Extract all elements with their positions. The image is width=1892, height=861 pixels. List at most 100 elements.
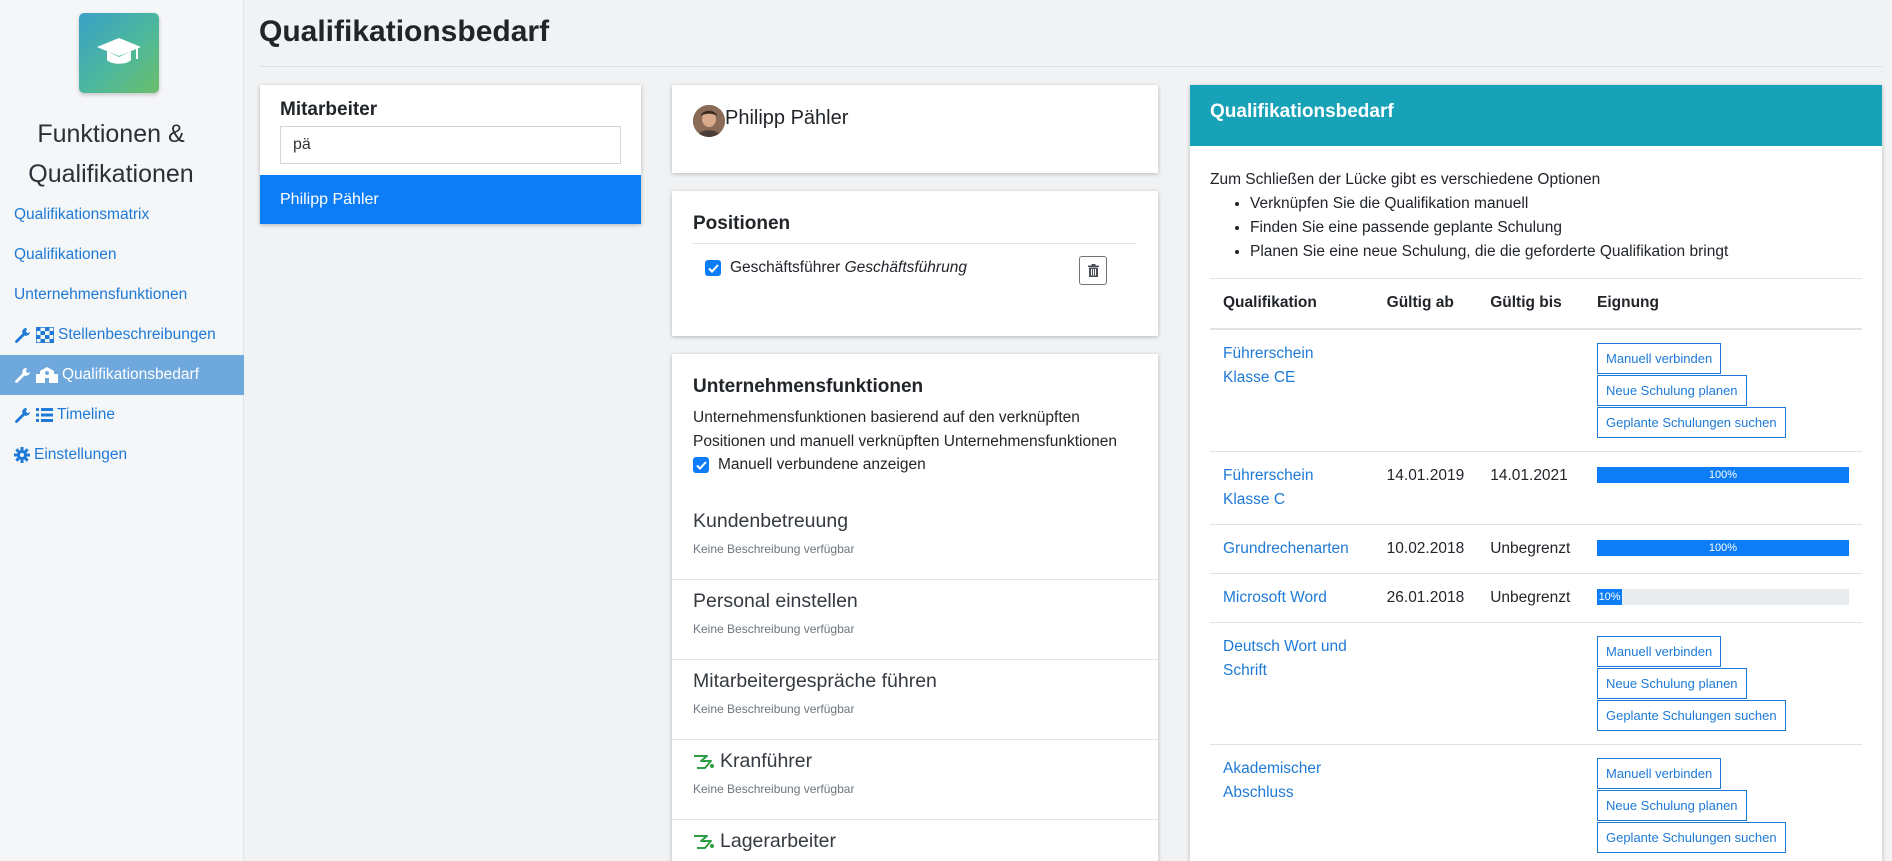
positionen-card: Positionen Geschäftsführer Geschäftsführ…: [672, 191, 1158, 336]
function-description: Keine Beschreibung verfügbar: [693, 782, 855, 796]
trash-icon: [1087, 264, 1099, 277]
valid-from: 14.01.2019: [1373, 450, 1478, 524]
avatar: [693, 105, 725, 137]
sidebar-item-qualifikationsmatrix[interactable]: Qualifikationsmatrix: [0, 195, 244, 235]
option-item: Planen Sie eine neue Schulung, die die g…: [1250, 240, 1728, 264]
valid-to: Unbegrenzt: [1477, 523, 1584, 573]
unternehmensfunktionen-heading: Unternehmensfunktionen: [693, 376, 924, 397]
search-trainings-button[interactable]: Geplante Schulungen suchen: [1596, 821, 1786, 853]
show-manual-toggle[interactable]: Manuell verbundene anzeigen: [693, 456, 926, 474]
wrench-icon: [14, 367, 32, 383]
valid-to: 14.01.2021: [1477, 450, 1584, 524]
employee-search-input[interactable]: [280, 126, 621, 164]
sidebar-item-unternehmensfunktionen[interactable]: Unternehmensfunktionen: [0, 275, 244, 315]
qualification-link[interactable]: Führerschein Klasse C: [1223, 467, 1313, 508]
qualification-link[interactable]: Akademischer Abschluss: [1223, 760, 1321, 801]
positionen-divider: [693, 243, 1137, 244]
list-item[interactable]: Kranführer Keine Beschreibung verfügbar: [672, 740, 1158, 820]
table-row: Grundrechenarten 10.02.2018 Unbegrenzt 1…: [1210, 523, 1862, 573]
sidebar-item-label: Qualifikationsmatrix: [14, 206, 150, 223]
unternehmensfunktionen-card: Unternehmensfunktionen Unternehmensfunkt…: [672, 354, 1158, 861]
qualification-link[interactable]: Führerschein Klasse CE: [1223, 345, 1313, 386]
suitability-progress: 100%: [1596, 539, 1849, 556]
valid-from: [1373, 621, 1478, 744]
table-row: Deutsch Wort und Schrift Manuell verbind…: [1210, 621, 1862, 744]
function-description: Keine Beschreibung verfügbar: [693, 702, 855, 716]
crane-icon: [693, 754, 715, 770]
function-name: Lagerarbeiter: [720, 830, 836, 852]
positionen-heading: Positionen: [693, 213, 791, 234]
header-divider: [259, 66, 1882, 67]
wrench-icon: [14, 407, 32, 423]
plan-training-button[interactable]: Neue Schulung planen: [1596, 789, 1747, 821]
position-department: Geschäftsführung: [844, 259, 967, 276]
list-item[interactable]: Personal einstellen Keine Beschreibung v…: [672, 580, 1158, 660]
function-name: Kranführer: [720, 750, 813, 772]
suitability-progress: 10%: [1596, 588, 1849, 605]
table-header-row: Qualifikation Gültig ab Gültig bis Eignu…: [1210, 278, 1862, 330]
search-trainings-button[interactable]: Geplante Schulungen suchen: [1596, 406, 1786, 438]
valid-to: [1477, 743, 1584, 861]
search-trainings-button[interactable]: Geplante Schulungen suchen: [1596, 699, 1786, 731]
sidebar-item-label: Einstellungen: [34, 446, 128, 463]
position-row: Geschäftsführer Geschäftsführung: [705, 259, 967, 277]
qualification-link[interactable]: Deutsch Wort und Schrift: [1223, 638, 1347, 679]
person-card: Philipp Pähler: [672, 85, 1158, 173]
valid-to: [1477, 328, 1584, 451]
manual-connect-button[interactable]: Manuell verbinden: [1596, 342, 1722, 374]
options-list: Verknüpfen Sie die Qualifikation manuell…: [1250, 192, 1728, 264]
page-title: Qualifikationsbedarf: [259, 15, 550, 48]
qualification-link[interactable]: Microsoft Word: [1223, 589, 1327, 606]
sidebar-item-qualifikationsbedarf[interactable]: Qualifikationsbedarf: [0, 355, 244, 395]
sidebar-item-label: Qualifikationen: [14, 246, 117, 263]
employee-result-item[interactable]: Philipp Pähler: [260, 175, 641, 224]
sidebar-item-label: Timeline: [57, 406, 115, 423]
function-name: Mitarbeitergespräche führen: [693, 670, 937, 692]
check-icon: [707, 263, 719, 273]
school-icon: [36, 367, 58, 383]
delete-position-button[interactable]: [1079, 256, 1107, 285]
manual-connect-button[interactable]: Manuell verbinden: [1596, 757, 1722, 789]
progress-bar: 10%: [1596, 588, 1623, 605]
table-row: Microsoft Word 26.01.2018 Unbegrenzt 10%: [1210, 572, 1862, 622]
manual-connect-button[interactable]: Manuell verbinden: [1596, 635, 1722, 667]
crane-icon: [693, 834, 715, 850]
sidebar-item-label: Qualifikationsbedarf: [62, 366, 199, 383]
valid-from: 10.02.2018: [1373, 523, 1478, 573]
show-manual-label: Manuell verbundene anzeigen: [718, 456, 926, 473]
function-name: Kundenbetreuung: [693, 510, 849, 532]
position-checkbox[interactable]: [705, 260, 721, 276]
mitarbeiter-card: Mitarbeiter Philipp Pähler: [260, 85, 641, 224]
sidebar-item-stellenbeschreibungen[interactable]: Stellenbeschreibungen: [0, 315, 244, 355]
sidebar: Funktionen & Qualifikationen Qualifikati…: [0, 0, 244, 861]
sidebar-item-timeline[interactable]: Timeline: [0, 395, 244, 435]
list-item[interactable]: Kundenbetreuung Keine Beschreibung verfü…: [672, 500, 1158, 580]
valid-from: [1373, 328, 1478, 451]
qualification-table: Qualifikation Gültig ab Gültig bis Eignu…: [1210, 278, 1862, 861]
list-item[interactable]: Mitarbeitergespräche führen Keine Beschr…: [672, 660, 1158, 740]
check-icon: [695, 460, 707, 470]
gear-icon: [14, 447, 30, 463]
table-row: Akademischer Abschluss Manuell verbinden…: [1210, 743, 1862, 861]
function-description: Keine Beschreibung verfügbar: [693, 622, 855, 636]
graduation-cap-logo[interactable]: [79, 13, 159, 93]
qualification-link[interactable]: Grundrechenarten: [1223, 540, 1349, 557]
plan-training-button[interactable]: Neue Schulung planen: [1596, 374, 1747, 406]
plan-training-button[interactable]: Neue Schulung planen: [1596, 667, 1747, 699]
progress-bar: 100%: [1596, 466, 1849, 483]
table-row: Führerschein Klasse CE Manuell verbinden…: [1210, 328, 1862, 451]
column-header-gueltig-ab: Gültig ab: [1373, 278, 1478, 330]
valid-from: [1373, 743, 1478, 861]
show-manual-checkbox[interactable]: [693, 457, 709, 473]
qualifikationsbedarf-heading: Qualifikationsbedarf: [1190, 85, 1882, 146]
list-item[interactable]: Lagerarbeiter: [672, 820, 1158, 861]
suitability-progress: 100%: [1596, 466, 1849, 483]
unternehmensfunktionen-description: Unternehmensfunktionen basierend auf den…: [693, 409, 1117, 450]
person-name: Philipp Pähler: [725, 107, 849, 129]
sidebar-item-einstellungen[interactable]: Einstellungen: [0, 435, 244, 475]
sidebar-item-label: Stellenbeschreibungen: [58, 326, 216, 343]
position-name: Geschäftsführer: [730, 259, 841, 276]
column-header-gueltig-bis: Gültig bis: [1477, 278, 1584, 330]
sidebar-item-label: Unternehmensfunktionen: [14, 286, 188, 303]
sidebar-item-qualifikationen[interactable]: Qualifikationen: [0, 235, 244, 275]
